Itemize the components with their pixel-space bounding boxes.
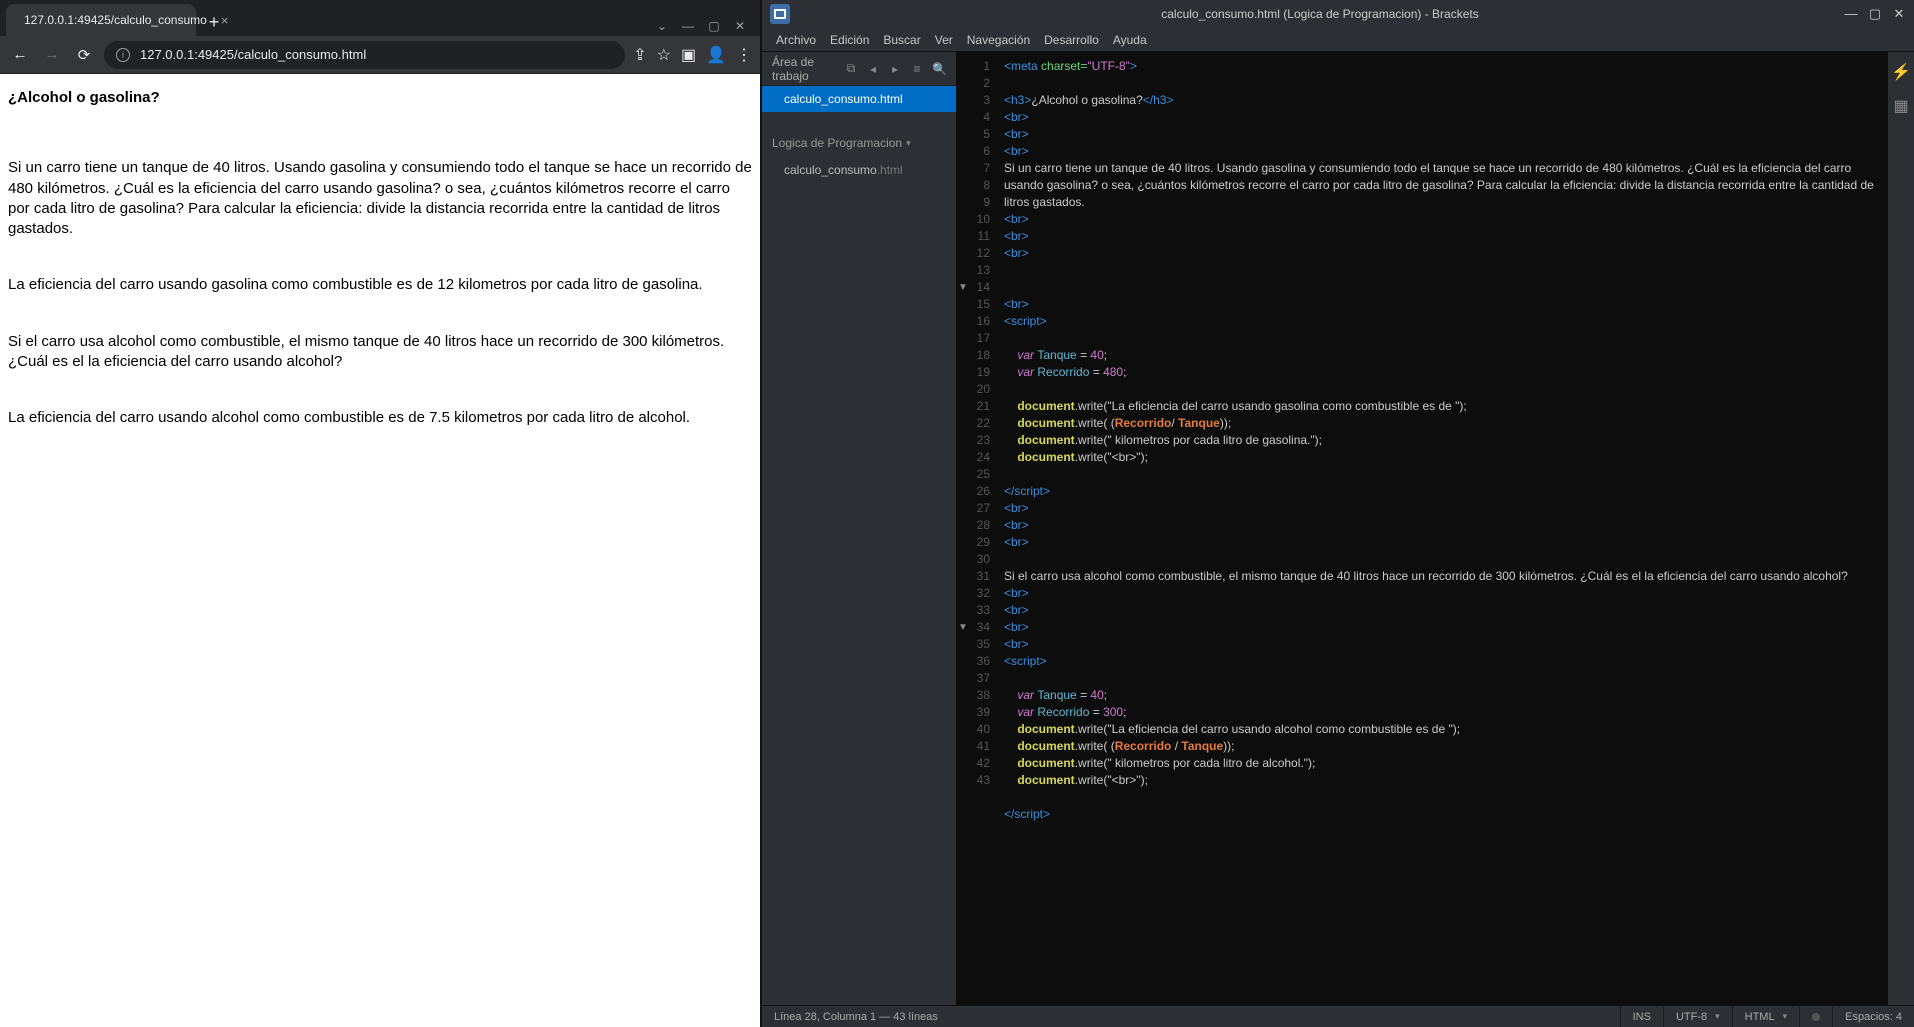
share-icon[interactable]: ⇪ — [633, 45, 646, 65]
menu-buscar[interactable]: Buscar — [883, 33, 920, 47]
brackets-sidebar: Área de trabajo ⧉ ◂ ▸ ≡ 🔍 calculo_consum… — [762, 52, 956, 1005]
status-bar: Línea 28, Columna 1 — 43 líneas INS UTF-… — [762, 1005, 1914, 1027]
menu-edicion[interactable]: Edición — [830, 33, 869, 47]
editor[interactable]: ▼ ▼ 123456789101112131415161718192021222… — [956, 52, 1888, 1005]
menu-archivo[interactable]: Archivo — [776, 33, 816, 47]
fold-marker-icon[interactable]: ▼ — [958, 619, 968, 636]
brackets-menu-bar: Archivo Edición Buscar Ver Navegación De… — [762, 28, 1914, 52]
insert-mode[interactable]: INS — [1620, 1006, 1663, 1027]
cursor-position[interactable]: Línea 28, Columna 1 — 43 líneas — [762, 1006, 950, 1027]
menu-navegacion[interactable]: Navegación — [967, 33, 1030, 47]
encoding[interactable]: UTF-8▾ — [1663, 1006, 1732, 1027]
gear-icon[interactable]: ≡ — [910, 62, 924, 76]
address-bar[interactable]: i 127.0.0.1:49425/calculo_consumo.html — [104, 41, 625, 69]
extension-rail: ⚡ ▦ — [1888, 52, 1914, 1005]
menu-ver[interactable]: Ver — [935, 33, 953, 47]
project-file[interactable]: calculo_consumo.html — [762, 158, 956, 182]
brackets-title: calculo_consumo.html (Logica de Programa… — [798, 7, 1842, 21]
search-icon[interactable]: 🔍 — [932, 62, 946, 76]
working-set-label: Área de trabajo — [772, 55, 836, 83]
reload-button[interactable]: ⟳ — [72, 43, 96, 67]
bookmark-icon[interactable]: ☆ — [657, 45, 671, 65]
close-icon[interactable]: ✕ — [1890, 6, 1908, 22]
tab-strip: 127.0.0.1:49425/calculo_consumo × + ⌄ — … — [0, 0, 760, 36]
paragraph-4: La eficiencia del carro usando alcohol c… — [8, 408, 752, 428]
brackets-titlebar: calculo_consumo.html (Logica de Programa… — [762, 0, 1914, 28]
browser-window: 127.0.0.1:49425/calculo_consumo × + ⌄ — … — [0, 0, 760, 1027]
page-content: ¿Alcohol o gasolina? Si un carro tiene u… — [0, 74, 760, 1027]
browser-toolbar: ← → ⟳ i 127.0.0.1:49425/calculo_consumo.… — [0, 36, 760, 74]
reader-icon[interactable]: ▣ — [681, 45, 696, 65]
menu-ayuda[interactable]: Ayuda — [1113, 33, 1147, 47]
language-mode[interactable]: HTML▾ — [1732, 1006, 1799, 1027]
linting-status[interactable] — [1799, 1006, 1832, 1027]
chevron-down-icon: ▾ — [906, 138, 911, 149]
paragraph-2: La eficiencia del carro usando gasolina … — [8, 275, 752, 295]
code-area[interactable]: <meta charset="UTF-8"> <h3>¿Alcohol o ga… — [998, 52, 1876, 1005]
line-gutter: ▼ ▼ 123456789101112131415161718192021222… — [956, 52, 998, 1005]
brackets-body: Área de trabajo ⧉ ◂ ▸ ≡ 🔍 calculo_consum… — [762, 52, 1914, 1005]
live-preview-icon[interactable]: ⚡ — [1891, 62, 1911, 82]
brackets-logo-icon — [770, 4, 790, 24]
working-set-header[interactable]: Área de trabajo ⧉ ◂ ▸ ≡ 🔍 — [762, 52, 956, 86]
brackets-window: calculo_consumo.html (Logica de Programa… — [762, 0, 1914, 1027]
open-file-active[interactable]: calculo_consumo.html — [762, 86, 956, 112]
forward-button[interactable]: → — [40, 43, 64, 67]
prev-file-icon[interactable]: ◂ — [866, 62, 880, 76]
menu-desarrollo[interactable]: Desarrollo — [1044, 33, 1099, 47]
paragraph-1: Si un carro tiene un tanque de 40 litros… — [8, 158, 752, 239]
tab-title: 127.0.0.1:49425/calculo_consumo — [24, 13, 207, 27]
split-view-icon[interactable]: ⧉ — [844, 61, 858, 76]
extension-manager-icon[interactable]: ▦ — [1893, 96, 1908, 116]
next-file-icon[interactable]: ▸ — [888, 62, 902, 76]
back-button[interactable]: ← — [8, 43, 32, 67]
kebab-menu-icon[interactable]: ⋮ — [736, 45, 752, 65]
site-info-icon[interactable]: i — [116, 48, 130, 62]
minimize-icon[interactable]: — — [682, 20, 694, 32]
minimize-icon[interactable]: — — [1842, 6, 1860, 22]
url-text: 127.0.0.1:49425/calculo_consumo.html — [140, 47, 366, 62]
browser-window-controls: ⌄ — ▢ ✕ — [642, 16, 760, 36]
project-header[interactable]: Logica de Programacion▾ — [762, 128, 956, 158]
chevron-down-icon[interactable]: ⌄ — [656, 20, 668, 32]
close-icon[interactable]: ✕ — [734, 20, 746, 32]
new-tab-button[interactable]: + — [200, 8, 228, 36]
maximize-icon[interactable]: ▢ — [1866, 6, 1884, 22]
maximize-icon[interactable]: ▢ — [708, 20, 720, 32]
indentation[interactable]: Espacios: 4 — [1832, 1006, 1914, 1027]
vertical-scrollbar[interactable] — [1876, 52, 1888, 1005]
profile-icon[interactable]: 👤 — [706, 45, 726, 65]
page-heading: ¿Alcohol o gasolina? — [8, 88, 752, 108]
fold-marker-icon[interactable]: ▼ — [958, 279, 968, 296]
paragraph-3: Si el carro usa alcohol como combustible… — [8, 332, 752, 373]
browser-tab[interactable]: 127.0.0.1:49425/calculo_consumo × — [6, 4, 196, 36]
